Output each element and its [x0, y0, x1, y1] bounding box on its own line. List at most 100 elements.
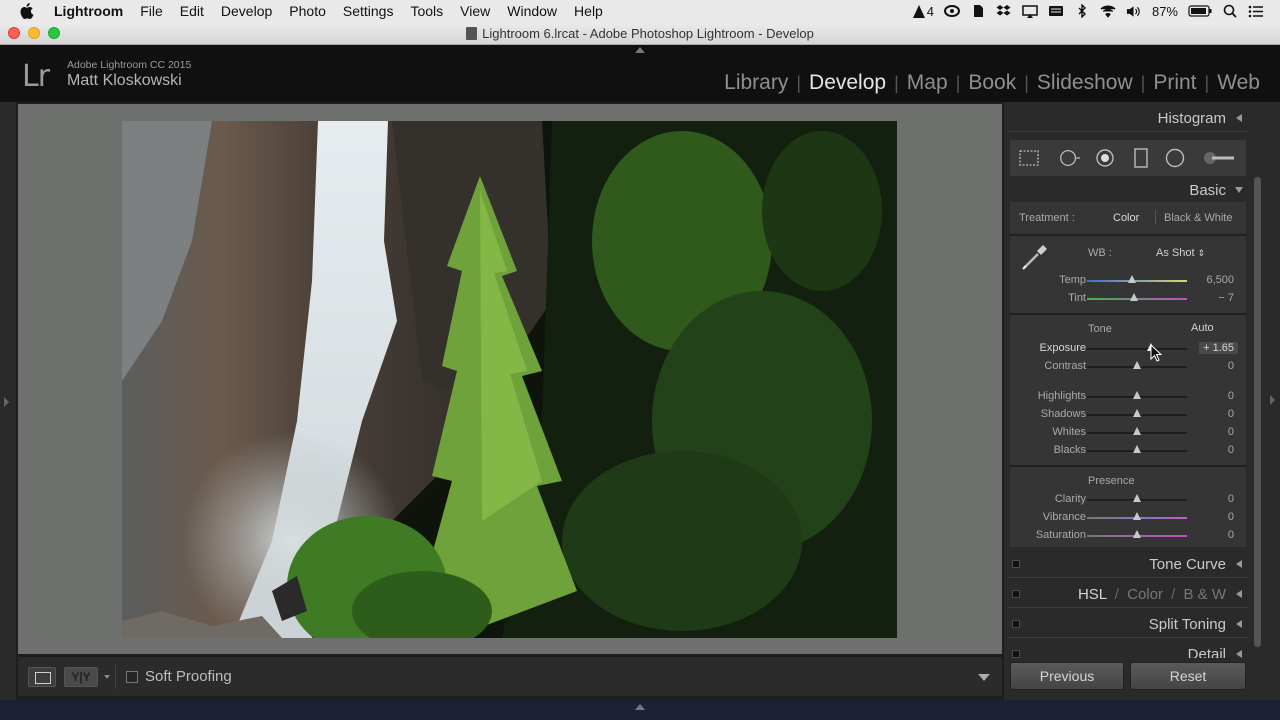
toolbar-content-menu-icon[interactable]: [978, 674, 990, 681]
contrast-value[interactable]: 0: [1228, 360, 1234, 372]
menu-develop[interactable]: Develop: [221, 3, 272, 19]
reset-button[interactable]: Reset: [1130, 662, 1246, 690]
tint-slider-thumb[interactable]: [1130, 293, 1138, 301]
exposure-value[interactable]: + 1.65: [1199, 342, 1238, 354]
menu-edit[interactable]: Edit: [180, 3, 204, 19]
adobe-cc-icon[interactable]: 4: [912, 4, 934, 19]
adjustment-brush-icon[interactable]: [1202, 148, 1236, 168]
contrast-slider-thumb[interactable]: [1133, 361, 1141, 369]
basic-panel-header[interactable]: Basic: [1008, 176, 1248, 204]
evernote-icon[interactable]: [970, 4, 986, 18]
apple-icon[interactable]: [20, 3, 38, 19]
treatment-bw-option[interactable]: Black & White: [1164, 212, 1232, 224]
tint-value[interactable]: − 7: [1218, 292, 1234, 304]
menu-file[interactable]: File: [140, 3, 163, 19]
vibrance-slider-thumb[interactable]: [1133, 512, 1141, 520]
whites-value[interactable]: 0: [1228, 426, 1234, 438]
radial-filter-icon[interactable]: [1164, 148, 1186, 168]
loupe-view-button[interactable]: [28, 667, 56, 687]
menu-tools[interactable]: Tools: [410, 3, 443, 19]
split-toning-panel-switch[interactable]: [1012, 620, 1020, 628]
saturation-slider-row: Saturation 0: [1010, 528, 1246, 544]
before-after-button[interactable]: Y|Y: [64, 667, 98, 687]
exposure-slider-track[interactable]: [1087, 348, 1187, 350]
panel-scrollbar[interactable]: [1254, 177, 1261, 647]
previous-button[interactable]: Previous: [1010, 662, 1124, 690]
highlights-slider-thumb[interactable]: [1133, 391, 1141, 399]
auto-tone-button[interactable]: Auto: [1191, 322, 1214, 334]
histogram-panel-header[interactable]: Histogram: [1008, 104, 1248, 132]
spot-removal-icon[interactable]: [1058, 148, 1080, 168]
menu-app-lightroom[interactable]: Lightroom: [54, 3, 123, 19]
bw-tab[interactable]: B & W: [1183, 586, 1226, 603]
saturation-slider-thumb[interactable]: [1133, 530, 1141, 538]
whites-slider-thumb[interactable]: [1133, 427, 1141, 435]
module-develop[interactable]: Develop: [801, 71, 894, 95]
spotlight-icon[interactable]: [1222, 4, 1238, 18]
creative-cloud-icon[interactable]: [943, 4, 960, 18]
white-balance-picker-icon[interactable]: [1020, 242, 1050, 272]
menu-photo[interactable]: Photo: [289, 3, 326, 19]
menu-settings[interactable]: Settings: [343, 3, 394, 19]
tone-curve-panel-switch[interactable]: [1012, 560, 1020, 568]
menu-help[interactable]: Help: [574, 3, 603, 19]
crop-overlay-icon[interactable]: [1018, 148, 1040, 168]
wb-select[interactable]: As Shot ⇕: [1156, 247, 1205, 259]
histogram-collapse-icon: [1236, 114, 1242, 122]
volume-icon[interactable]: [1126, 4, 1142, 18]
module-book[interactable]: Book: [960, 71, 1024, 95]
module-print[interactable]: Print: [1145, 71, 1204, 95]
saturation-value[interactable]: 0: [1228, 529, 1234, 541]
collapse-top-panel-icon[interactable]: [635, 47, 645, 53]
clarity-slider-thumb[interactable]: [1133, 494, 1141, 502]
keyboard-icon[interactable]: [1048, 4, 1064, 18]
soft-proofing-checkbox[interactable]: [126, 671, 138, 683]
temp-value[interactable]: 6,500: [1206, 274, 1234, 286]
module-slideshow[interactable]: Slideshow: [1029, 71, 1141, 95]
bluetooth-icon[interactable]: [1074, 4, 1090, 18]
battery-icon[interactable]: [1188, 4, 1212, 18]
clarity-value[interactable]: 0: [1228, 493, 1234, 505]
hsl-tab[interactable]: HSL: [1078, 586, 1107, 603]
dropbox-icon[interactable]: [996, 4, 1012, 18]
menu-window[interactable]: Window: [507, 3, 557, 19]
module-web[interactable]: Web: [1209, 71, 1268, 95]
module-library[interactable]: Library: [716, 71, 796, 95]
shadows-slider-thumb[interactable]: [1133, 409, 1141, 417]
tone-curve-panel-header[interactable]: Tone Curve: [1008, 550, 1248, 578]
temp-slider-track[interactable]: [1087, 280, 1187, 282]
temp-slider-row: Temp 6,500: [1010, 273, 1246, 289]
hsl-panel-header[interactable]: HSL / Color / B & W: [1008, 580, 1248, 608]
collapse-right-panel-icon[interactable]: [1270, 395, 1275, 405]
blacks-value[interactable]: 0: [1228, 444, 1234, 456]
graduated-filter-icon[interactable]: [1130, 148, 1152, 168]
temp-slider-thumb[interactable]: [1128, 275, 1136, 283]
red-eye-icon[interactable]: [1094, 148, 1116, 168]
split-toning-panel-header[interactable]: Split Toning: [1008, 610, 1248, 638]
highlights-value[interactable]: 0: [1228, 390, 1234, 402]
whites-label: Whites: [1052, 426, 1086, 438]
treatment-label: Treatment :: [1019, 212, 1075, 224]
detail-panel-header[interactable]: Detail: [1008, 640, 1248, 658]
module-map[interactable]: Map: [899, 71, 956, 95]
hsl-panel-switch[interactable]: [1012, 590, 1020, 598]
treatment-color-option[interactable]: Color: [1113, 212, 1139, 224]
expand-left-panel-icon[interactable]: [4, 397, 9, 407]
shadows-value[interactable]: 0: [1228, 408, 1234, 420]
menu-view[interactable]: View: [460, 3, 490, 19]
color-tab[interactable]: Color: [1127, 586, 1163, 603]
image-canvas[interactable]: [18, 104, 1002, 654]
before-after-dropdown-icon[interactable]: [104, 675, 110, 679]
blacks-slider-thumb[interactable]: [1133, 445, 1141, 453]
module-picker: Library | Develop | Map | Book | Slidesh…: [716, 71, 1268, 95]
notification-center-icon[interactable]: [1248, 4, 1264, 18]
wifi-icon[interactable]: [1100, 4, 1116, 18]
histogram-label: Histogram: [1157, 110, 1226, 127]
detail-expand-icon: [1236, 650, 1242, 658]
vibrance-value[interactable]: 0: [1228, 511, 1234, 523]
detail-panel-switch[interactable]: [1012, 650, 1020, 658]
saturation-label: Saturation: [1035, 529, 1086, 541]
panel-divider: [1008, 637, 1248, 638]
airplay-icon[interactable]: [1022, 4, 1038, 18]
expand-filmstrip-icon[interactable]: [635, 704, 645, 710]
